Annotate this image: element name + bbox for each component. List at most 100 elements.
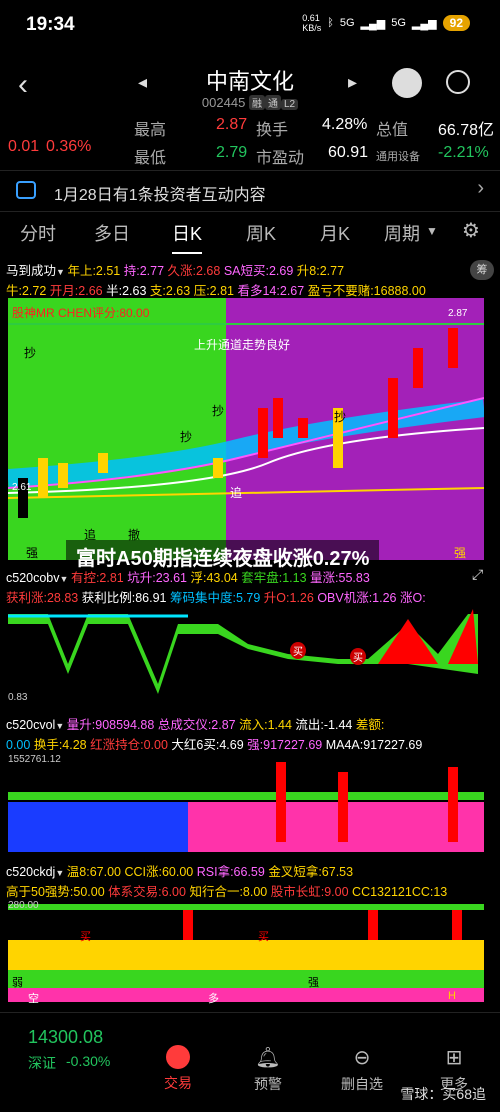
ind-val: 有控:2.81 xyxy=(70,571,124,585)
ind-val: MA4A:917227.69 xyxy=(325,738,423,752)
period-tabs: 分时 多日 日K 周K 月K 周期 ▼ ⚙ xyxy=(0,212,500,254)
ind-val: 半:2.63 xyxy=(106,284,147,298)
tag-connect: 通 xyxy=(264,95,281,110)
chao-marker: 抄 xyxy=(24,346,37,360)
ckdj-bar xyxy=(452,910,462,940)
caret-down-icon: ▼ xyxy=(59,574,71,584)
ind-val: 开月:2.66 xyxy=(49,284,103,298)
tab-intraday[interactable]: 分时 xyxy=(20,220,56,246)
index-pct: -0.30% xyxy=(66,1053,111,1069)
indicator-row-1: 马到成功▼ 年上:2.51 持:2.77 久涨:2.68 SA短买:2.69 升… xyxy=(6,260,466,279)
low-value: 2.79 xyxy=(216,144,248,161)
cvol-scale: 1552761.12 xyxy=(8,754,61,765)
nav-alert-label: 预警 xyxy=(254,1076,282,1092)
tag-margin: 融 xyxy=(248,95,265,110)
ind-val: 获利比例:86.91 xyxy=(81,591,167,605)
main-kline-chart[interactable]: 股神MR CHEN评分:80.00 上升通道走势良好 2.87 2.61 抄 抄… xyxy=(7,298,486,560)
ind-val: RSI拿:66.59 xyxy=(196,865,265,879)
cvol-bar xyxy=(338,772,348,842)
ind-val: 总成交仪:2.87 xyxy=(157,718,236,732)
ckdj-name[interactable]: c520ckdj xyxy=(6,865,55,879)
ind-val: 大红6买:4.69 xyxy=(171,738,244,752)
stock-code: 002445 xyxy=(201,95,246,110)
tab-daily-k[interactable]: 日K xyxy=(172,220,203,254)
ind-val: 差额: xyxy=(355,718,385,732)
ind-val: 金叉短拿:67.53 xyxy=(268,865,354,879)
chao-marker: 抄 xyxy=(212,404,225,418)
score-label: 股神MR CHEN评分:80.00 xyxy=(12,306,150,320)
cobv-red xyxy=(378,619,438,664)
network-speed: 0.61 KB/s xyxy=(302,13,322,33)
stock-code-row: 002445 融通 L2 xyxy=(0,95,500,110)
cobv-low: 0.83 xyxy=(8,692,28,703)
chevron-right-icon: › xyxy=(477,177,484,199)
ckdj-kong: 空 xyxy=(28,993,39,1005)
ind-val: 换手:4.28 xyxy=(33,738,87,752)
expand-icon[interactable]: ⤢ xyxy=(472,566,483,583)
nav-remove-watch[interactable]: ⊖ 删自选 xyxy=(332,1045,392,1094)
ckdj-chart[interactable]: 280.00 买 买 弱 强 多 空 H xyxy=(8,898,484,1005)
status-icons: 0.61 KB/s ᛒ 5G ▂▄▆ 5G ▂▄▆ 92 xyxy=(302,13,470,33)
cobv-buy-marker-2: 买 xyxy=(350,648,366,665)
ind-val: 强:917227.69 xyxy=(247,738,323,752)
tab-period[interactable]: 周期 xyxy=(384,220,420,246)
cvol-name[interactable]: c520cvol xyxy=(6,718,55,732)
cobv-chart[interactable]: 0.83 买 买 xyxy=(8,604,484,704)
ind-val: 套牢盘:1.13 xyxy=(241,571,307,585)
ind-val: 温8:67.00 xyxy=(66,865,121,879)
ind-val: 股市长虹:9.00 xyxy=(270,885,349,899)
minus-circle-icon: ⊖ xyxy=(353,1047,371,1069)
ckdj-weak: 弱 xyxy=(12,977,23,989)
next-stock-icon[interactable]: ▸ xyxy=(348,72,357,93)
notice-text: 1月28日有1条投资者互动内容 xyxy=(54,187,266,204)
assistant-icon[interactable] xyxy=(392,68,422,98)
chao-marker: 抄 xyxy=(334,410,347,424)
nav-alert[interactable]: 🔔︎ 预警 xyxy=(238,1045,298,1094)
ckdj-h: H xyxy=(448,990,456,1002)
tag-l2: L2 xyxy=(280,99,299,110)
ckdj-bar xyxy=(368,910,378,940)
ckdj-row-1: c520ckdj▼ 温8:67.00 CCI涨:60.00 RSI拿:66.59… xyxy=(6,861,486,880)
nav-trade[interactable]: 交易 xyxy=(148,1045,208,1093)
board-pct: -2.21% xyxy=(438,144,489,161)
chao-marker: 抄 xyxy=(180,430,193,444)
ind-val: SA短买:2.69 xyxy=(223,264,294,278)
nav-remove-label: 删自选 xyxy=(341,1076,383,1092)
ind-val: 量升:908594.88 xyxy=(66,718,155,732)
turnover-label: 换手 xyxy=(256,122,289,139)
gear-icon[interactable]: ⚙ xyxy=(462,218,480,243)
ind-val: 高于50强势:50.00 xyxy=(6,885,105,899)
cobv-name[interactable]: c520cobv xyxy=(6,571,60,585)
index-value[interactable]: 14300.08 xyxy=(28,1027,103,1048)
status-bar: 19:34 0.61 KB/s ᛒ 5G ▂▄▆ 5G ▂▄▆ 92 xyxy=(0,0,500,50)
candle xyxy=(58,463,68,488)
ind-val: 升O:1.26 xyxy=(263,591,314,605)
quote-panel: 0.01 0.36% 最高 2.87 换手 4.28% 总值 66.78亿 最低… xyxy=(0,112,500,168)
cvol-bar xyxy=(276,762,286,842)
caret-down-icon: ▼ xyxy=(56,267,68,277)
candle xyxy=(213,458,223,478)
indicator-row-2: 牛:2.72 开月:2.66 半:2.63 支:2.63 压:2.81 看多14… xyxy=(6,280,496,299)
tab-multiday[interactable]: 多日 xyxy=(94,220,130,246)
chip-button[interactable]: 筹 xyxy=(470,260,494,280)
change-pct: 0.36% xyxy=(46,138,92,155)
pe-value: 60.91 xyxy=(328,144,369,161)
indicator-name[interactable]: 马到成功 xyxy=(6,264,56,278)
grid-icon: ⊞ xyxy=(445,1047,463,1069)
signal-bars-icon-2: ▂▄▆ xyxy=(411,17,437,30)
ckdj-yellow xyxy=(8,940,484,970)
search-icon[interactable] xyxy=(446,70,470,94)
trend-label: 上升通道走势良好 xyxy=(194,338,291,352)
cvol-chart[interactable]: 1552761.12 xyxy=(8,752,484,852)
board-label[interactable]: 通用设备 xyxy=(376,148,420,164)
ind-val: 获利涨:28.83 xyxy=(6,591,79,605)
tab-monthly-k[interactable]: 月K xyxy=(320,220,350,246)
cvol-row-1: c520cvol▼ 量升:908594.88 总成交仪:2.87 流入:1.44… xyxy=(6,714,486,733)
tab-weekly-k[interactable]: 周K xyxy=(246,220,276,246)
stock-name: 中南文化 xyxy=(205,69,294,94)
ckdj-duo: 多 xyxy=(208,993,219,1005)
cvol-pink xyxy=(188,802,484,852)
notice-bar[interactable]: 1月28日有1条投资者互动内容 › xyxy=(0,170,500,212)
signal-bars-icon: ▂▄▆ xyxy=(360,17,386,30)
candle xyxy=(38,458,48,498)
